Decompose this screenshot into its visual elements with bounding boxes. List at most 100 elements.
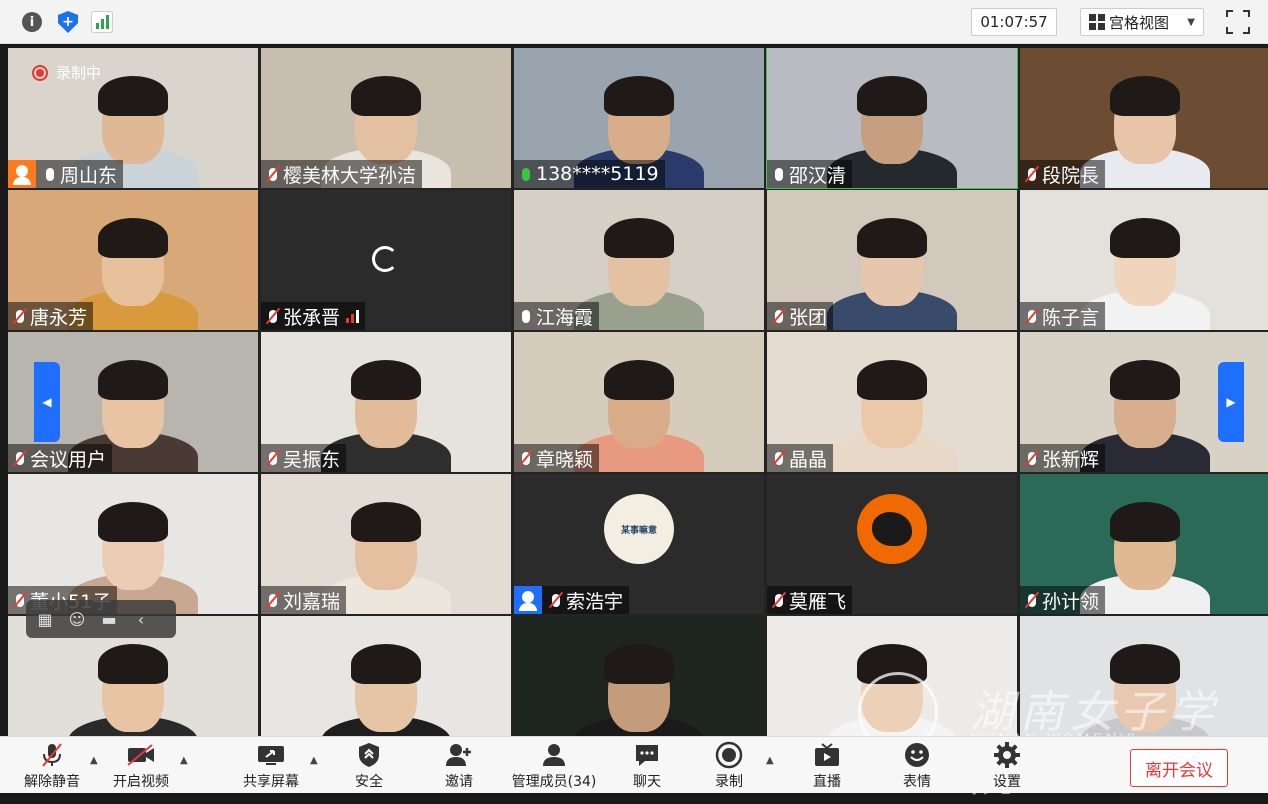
mic-muted-icon — [1022, 304, 1042, 328]
video-options-caret[interactable]: ▲ — [180, 755, 188, 766]
participant-tile[interactable]: 录制中 周山东 — [8, 48, 258, 188]
participant-tile[interactable] — [514, 616, 764, 736]
unmute-button[interactable]: 解除静音 — [22, 741, 82, 791]
grid-view-icon — [1089, 14, 1105, 30]
fullscreen-icon[interactable] — [1226, 10, 1250, 34]
participant-tile[interactable]: 吴振东 — [261, 332, 511, 472]
record-options-caret[interactable]: ▲ — [766, 755, 774, 766]
recording-indicator: 录制中 — [32, 62, 101, 83]
share-options-caret[interactable]: ▲ — [310, 755, 318, 766]
participant-name: 莫雁飞 — [789, 590, 847, 613]
participant-tile[interactable] — [767, 616, 1017, 736]
start-video-button[interactable]: 开启视频 — [110, 741, 172, 791]
participant-tile[interactable]: 邵汉清 — [766, 48, 1018, 189]
participant-hair — [857, 218, 927, 258]
leave-meeting-button[interactable]: 离开会议 — [1130, 749, 1228, 787]
mic-muted-icon — [263, 304, 283, 328]
participant-name-label: 张团 — [767, 302, 834, 330]
participant-name: 段院長 — [1042, 164, 1100, 187]
participant-tile[interactable]: 章晓颖 — [514, 332, 764, 472]
participant-name: 章晓颖 — [536, 448, 594, 471]
participant-hair — [98, 76, 168, 116]
participant-hair — [98, 218, 168, 258]
participant-tile[interactable]: 张承晋 — [261, 190, 511, 330]
audio-options-caret[interactable]: ▲ — [90, 755, 98, 766]
participant-hair — [857, 644, 927, 684]
mic-muted-icon — [263, 162, 283, 186]
participant-hair — [1110, 76, 1180, 116]
mic-muted-icon — [10, 304, 30, 328]
chat-button[interactable]: 聊天 — [626, 741, 668, 791]
participant-hair — [1110, 644, 1180, 684]
participant-name: 张承晋 — [283, 306, 341, 329]
next-page-button[interactable]: ▶ — [1218, 362, 1244, 442]
participant-name: 索浩宇 — [566, 590, 624, 613]
participant-name: 唐永芳 — [30, 306, 88, 329]
participant-name-label: 会议用户 — [8, 444, 113, 472]
participant-tile[interactable] — [1020, 616, 1268, 736]
participant-hair — [1110, 218, 1180, 258]
reactions-button[interactable]: 表情 — [896, 741, 938, 791]
gallery-icon[interactable]: ▦ — [34, 610, 56, 629]
participant-name-label: 138****5119 — [514, 160, 665, 188]
participant-tile[interactable]: 董小51子 — [8, 474, 258, 614]
mic-muted-icon — [769, 446, 789, 470]
participant-name-label: 张承晋 — [261, 302, 366, 330]
record-button[interactable]: 录制 — [708, 741, 750, 791]
participant-tile[interactable]: 张团 — [767, 190, 1017, 330]
participant-tile[interactable]: 某事嘛意 索浩宇 — [514, 474, 764, 614]
collapse-icon[interactable]: ‹ — [130, 610, 152, 629]
participant-name-label: 段院長 — [1020, 160, 1106, 188]
signal-strength-icon[interactable] — [90, 10, 114, 34]
emoji-icon[interactable]: ☺ — [66, 610, 88, 629]
participant-name: 孙计领 — [1042, 590, 1100, 613]
participant-name: 吴振东 — [283, 448, 341, 471]
participant-hair — [351, 644, 421, 684]
participant-tile[interactable]: 莫雁飞 — [767, 474, 1017, 614]
security-button[interactable]: 安全 — [348, 741, 390, 791]
live-button[interactable]: 直播 — [806, 741, 848, 791]
participant-name-label: 江海霞 — [514, 302, 600, 330]
participant-hair — [604, 360, 674, 400]
participant-name: 邵汉清 — [789, 164, 847, 187]
participant-tile[interactable]: 晶晶 — [767, 332, 1017, 472]
previous-page-button[interactable]: ◀ — [34, 362, 60, 442]
participant-tile[interactable]: 樱美林大学孙洁 — [261, 48, 511, 188]
host-badge-icon — [8, 160, 36, 188]
participant-name: 刘嘉瑞 — [283, 590, 341, 613]
invite-button[interactable]: 邀请 — [438, 741, 480, 791]
participant-tile[interactable]: 段院長 — [1020, 48, 1268, 188]
participant-tile[interactable]: 孙计领 — [1020, 474, 1268, 614]
participant-tile[interactable]: 陈子言 — [1020, 190, 1268, 330]
participant-tile[interactable]: 江海霞 — [514, 190, 764, 330]
mic-muted-icon — [263, 588, 283, 612]
participant-name: 张新辉 — [1042, 448, 1100, 471]
participant-tile[interactable]: 刘嘉瑞 — [261, 474, 511, 614]
participant-hair — [98, 360, 168, 400]
participant-hair — [857, 360, 927, 400]
participant-tile[interactable] — [261, 616, 511, 736]
info-icon[interactable]: i — [20, 10, 44, 34]
shield-icon[interactable]: + — [56, 10, 80, 34]
mic-muted-icon — [769, 304, 789, 328]
participant-name-label: 邵汉清 — [767, 160, 853, 188]
participant-tile[interactable]: 唐永芳 — [8, 190, 258, 330]
participant-tile[interactable]: 138****5119 — [514, 48, 764, 188]
record-icon — [714, 741, 744, 769]
participant-avatar — [857, 494, 927, 564]
manage-members-button[interactable]: 管理成员(34) — [508, 741, 600, 791]
live-stream-icon — [812, 741, 842, 769]
mic-muted-icon — [1022, 588, 1042, 612]
members-icon — [539, 741, 569, 769]
view-mode-dropdown[interactable]: 宫格视图 ▼ — [1080, 8, 1204, 36]
settings-button[interactable]: 设置 — [986, 741, 1028, 791]
participant-hair — [351, 360, 421, 400]
share-screen-button[interactable]: 共享屏幕 — [240, 741, 302, 791]
chat-bubble-icon[interactable]: ▬ — [98, 610, 120, 629]
participant-name-label: 周山东 — [8, 160, 124, 188]
mic-muted-icon — [516, 446, 536, 470]
bottom-toolbar: 解除静音 ▲ 开启视频 ▲ 共享屏幕 ▲ 安全 邀请 管理成员(34) 聊天 录… — [0, 736, 1268, 793]
participant-name-label: 莫雁飞 — [767, 586, 853, 614]
participant-hair — [351, 502, 421, 542]
chevron-down-icon: ▼ — [1187, 16, 1195, 28]
